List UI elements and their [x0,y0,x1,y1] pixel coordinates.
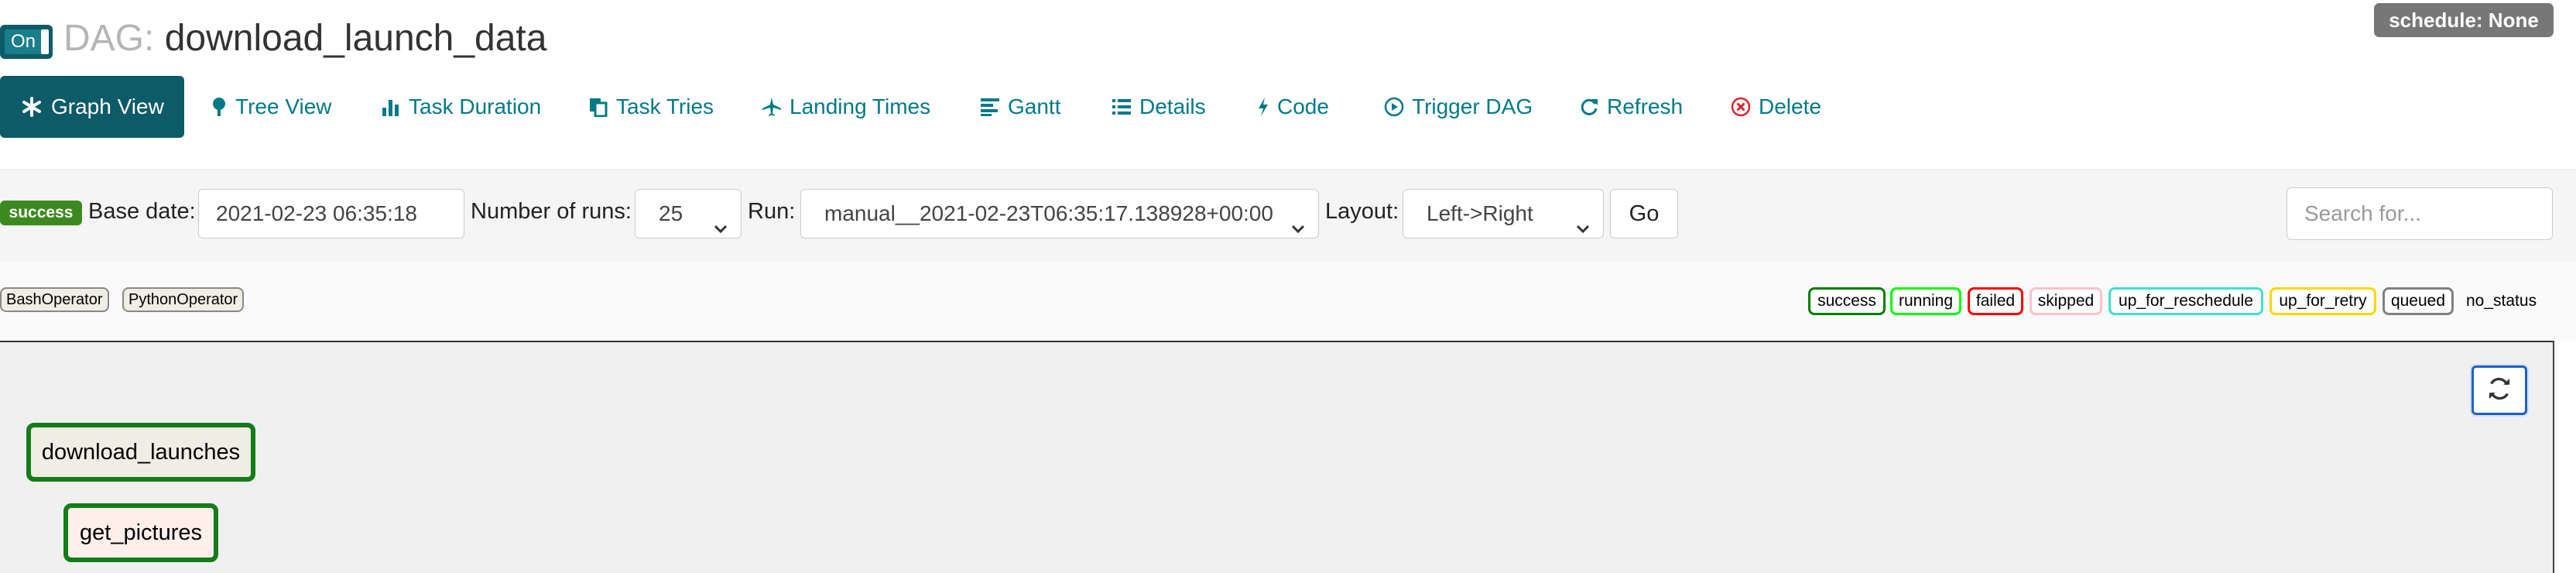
refresh-link[interactable]: Refresh [1579,76,1683,138]
trigger-dag-link[interactable]: Trigger DAG [1384,76,1533,138]
chevron-down-icon [1575,205,1591,253]
layout-label: Layout: [1325,199,1399,224]
tab-task-tries-label: Task Tries [616,94,714,118]
dag-toggle[interactable]: On [0,25,53,59]
tab-tree-view-label: Tree View [235,94,332,118]
state-legend-running: running [1890,287,1961,315]
state-legend-no-status: no_status [2466,292,2537,310]
run-label: Run: [748,199,796,224]
refresh-graph-button[interactable] [2472,365,2527,415]
base-date-input[interactable]: 2021-02-23 06:35:18 [198,189,464,238]
bar-chart-icon [381,97,401,117]
layout-value: Left->Right [1427,201,1533,225]
tree-icon [211,97,228,117]
state-legend-queued: queued [2382,287,2454,315]
refresh-icon [2486,376,2513,406]
task-node-get-pictures[interactable]: get_pictures [63,503,218,562]
asterisk-icon [22,97,42,117]
schedule-badge: schedule: None [2374,3,2554,37]
tab-code[interactable]: Code [1257,76,1329,138]
tab-task-duration[interactable]: Task Duration [381,76,541,138]
search-input[interactable]: Search for... [2287,187,2553,240]
tab-code-label: Code [1277,94,1329,118]
page-title: DAG: download_launch_data [63,15,546,62]
state-legend-success: success [1808,287,1886,315]
delete-label: Delete [1759,94,1821,118]
refresh-label: Refresh [1607,94,1684,118]
chevron-down-icon [1290,205,1306,253]
num-runs-label: Number of runs: [471,199,632,224]
tab-landing-times-label: Landing Times [790,94,931,118]
run-value: manual__2021-02-23T06:35:17.138928+00:00 [824,201,1273,225]
state-legend-up-for-reschedule: up_for_reschedule [2108,287,2263,315]
operator-legend-bash: BashOperator [0,287,109,312]
dag-id: download_launch_data [164,18,547,59]
state-legend-skipped: skipped [2030,287,2102,315]
title-prefix: DAG: [63,18,155,59]
num-runs-value: 25 [659,201,683,225]
tab-gantt[interactable]: Gantt [980,76,1060,138]
plane-icon [762,97,782,117]
tab-details[interactable]: Details [1112,76,1206,138]
refresh-icon [1579,97,1599,117]
tab-landing-times[interactable]: Landing Times [762,76,930,138]
tab-task-tries[interactable]: Task Tries [588,76,714,138]
tab-graph-view-label: Graph View [51,94,164,118]
tab-task-duration-label: Task Duration [409,94,542,118]
align-left-icon [980,97,1000,117]
toggle-track [41,29,49,54]
list-icon [1112,97,1132,117]
go-button[interactable]: Go [1610,189,1678,238]
layout-select[interactable]: Left->Right [1403,189,1604,238]
tab-gantt-label: Gantt [1008,94,1061,118]
chevron-down-icon [713,205,728,253]
run-select[interactable]: manual__2021-02-23T06:35:17.138928+00:00 [800,189,1319,238]
num-runs-select[interactable]: 25 [635,189,742,238]
tab-graph-view[interactable]: Graph View [0,76,184,138]
state-legend-up-for-retry: up_for_retry [2269,287,2376,315]
copy-icon [588,97,608,117]
trigger-dag-label: Trigger DAG [1412,94,1533,118]
operator-legend-python: PythonOperator [122,287,245,312]
tab-tree-view[interactable]: Tree View [211,76,332,138]
flash-icon [1257,97,1269,117]
remove-circle-icon [1731,97,1751,117]
base-date-label: Base date: [88,199,196,224]
task-node-download-launches[interactable]: download_launches [26,423,255,482]
delete-link[interactable]: Delete [1731,76,1821,138]
state-legend-failed: failed [1968,287,2023,315]
state-badge: success [0,201,82,225]
tab-details-label: Details [1139,94,1206,118]
play-circle-icon [1384,97,1404,117]
toggle-label: On [5,29,42,54]
graph-canvas[interactable] [0,341,2554,573]
